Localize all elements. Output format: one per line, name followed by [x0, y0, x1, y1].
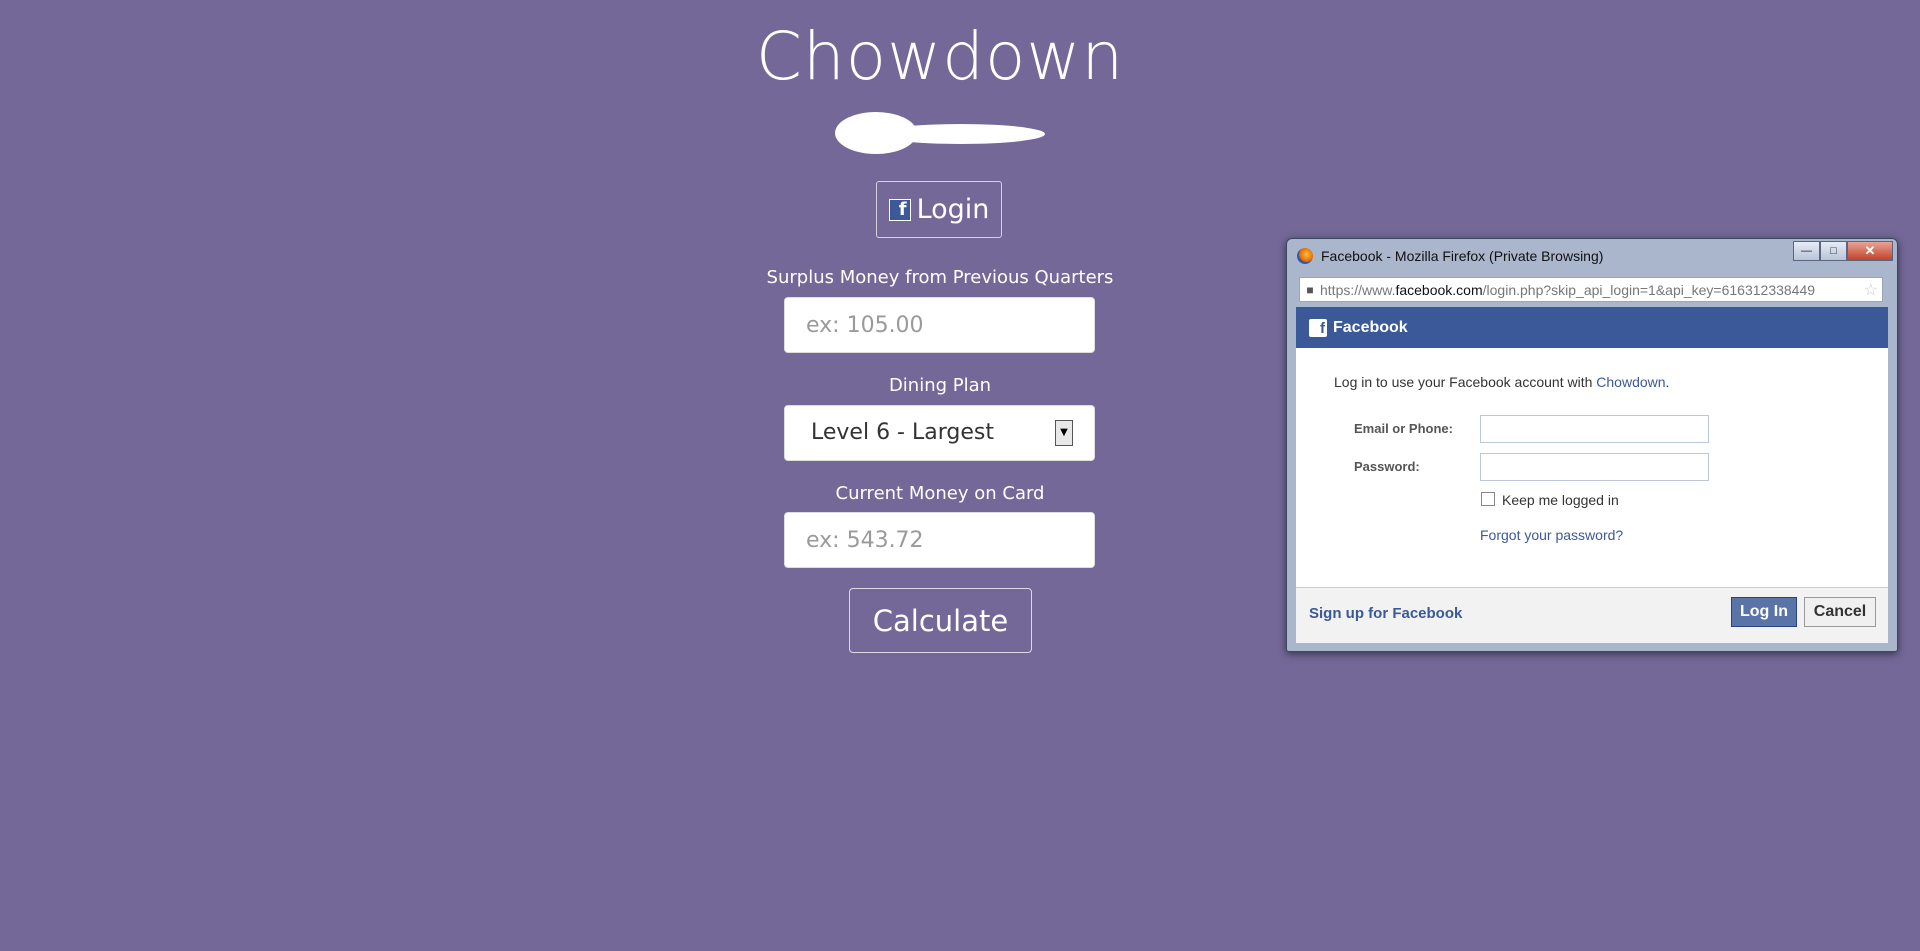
dining-plan-select[interactable]: Level 6 - Largest ▼ [784, 405, 1095, 461]
email-field[interactable] [1480, 415, 1709, 443]
intro-text: Log in to use your Facebook account with… [1334, 374, 1670, 390]
dropdown-arrow-icon[interactable]: ▼ [1055, 420, 1073, 446]
email-input[interactable] [1481, 416, 1708, 442]
window-titlebar[interactable]: Facebook - Mozilla Firefox (Private Brow… [1287, 239, 1897, 271]
keep-logged-in-checkbox[interactable] [1481, 492, 1495, 506]
forgot-password-link[interactable]: Forgot your password? [1480, 527, 1623, 543]
facebook-icon: f [888, 198, 911, 221]
current-money-input[interactable] [785, 513, 1094, 567]
cancel-button[interactable]: Cancel [1804, 597, 1876, 627]
facebook-header: f Facebook [1296, 307, 1888, 348]
page-title: Chowdown [755, 18, 1125, 95]
calculate-button[interactable]: Calculate [849, 588, 1032, 653]
surplus-field[interactable] [784, 297, 1095, 353]
lock-icon: ■ [1306, 282, 1314, 297]
spoon-logo-icon [835, 112, 1045, 154]
window-controls: — □ ✕ [1793, 241, 1893, 261]
facebook-dialog: f Facebook Log in to use your Facebook a… [1296, 307, 1888, 643]
firefox-icon [1297, 248, 1313, 264]
dialog-footer: Sign up for Facebook Log In Cancel [1296, 587, 1888, 643]
maximize-button[interactable]: □ [1820, 241, 1847, 261]
facebook-header-title: Facebook [1333, 318, 1408, 336]
url-prefix: https://www. [1320, 281, 1396, 298]
password-input[interactable] [1481, 454, 1708, 480]
close-button[interactable]: ✕ [1847, 241, 1893, 261]
url-bar[interactable]: ■ https://www. facebook.com/login.php?ski… [1299, 277, 1883, 302]
password-field[interactable] [1480, 453, 1709, 481]
signup-link[interactable]: Sign up for Facebook [1309, 605, 1462, 622]
facebook-login-button[interactable]: f Login [876, 181, 1002, 238]
dining-plan-selected: Level 6 - Largest [811, 420, 994, 445]
current-money-field[interactable] [784, 512, 1095, 568]
facebook-icon: f [1309, 318, 1327, 337]
bookmark-star-icon[interactable]: ☆ [1863, 280, 1878, 300]
minimize-button[interactable]: — [1793, 241, 1820, 261]
login-button-label: Login [916, 194, 990, 225]
keep-logged-in-label[interactable]: Keep me logged in [1502, 492, 1619, 508]
facebook-login-popup-window: Facebook - Mozilla Firefox (Private Brow… [1286, 238, 1898, 652]
password-label: Password: [1354, 459, 1420, 474]
window-title: Facebook - Mozilla Firefox (Private Brow… [1321, 248, 1604, 264]
email-label: Email or Phone: [1354, 421, 1453, 436]
app-name-link[interactable]: Chowdown [1596, 374, 1665, 390]
url-path: /login.php?skip_api_login=1&api_key=6163… [1482, 281, 1816, 298]
url-domain: facebook.com [1395, 281, 1483, 298]
surplus-input[interactable] [785, 298, 1094, 352]
log-in-button[interactable]: Log In [1731, 597, 1797, 627]
